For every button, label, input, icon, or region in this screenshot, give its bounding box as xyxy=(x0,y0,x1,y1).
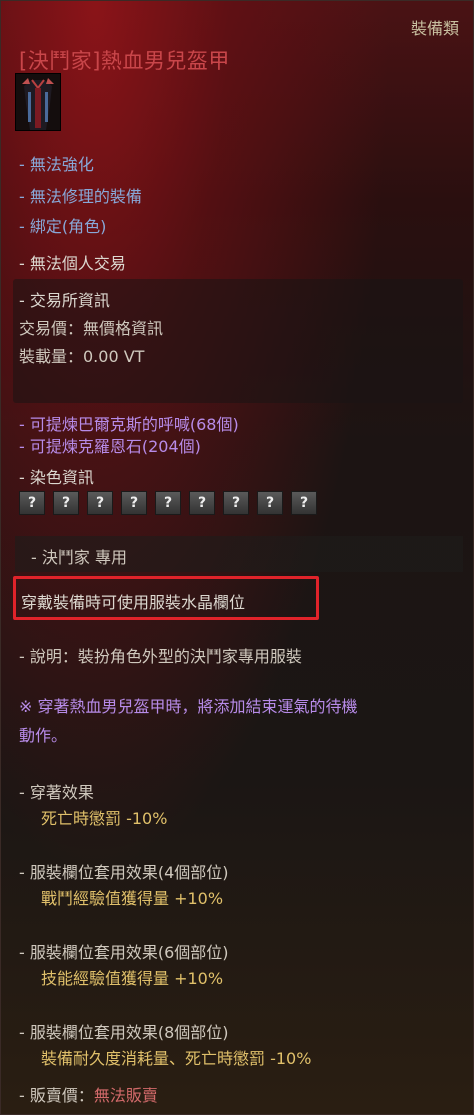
set6-effect-value: 技能經驗值獲得量 +10% xyxy=(41,969,224,988)
special-note-line1: ※ 穿著熱血男兒盔甲時，將添加結束運氣的待機 xyxy=(19,697,358,716)
dye-slot[interactable]: ? xyxy=(87,491,113,515)
dye-slot[interactable]: ? xyxy=(53,491,79,515)
no-personal-trade: - 無法個人交易 xyxy=(19,254,126,273)
property-no-enhance: - 無法強化 xyxy=(19,155,94,174)
market-info-header: - 交易所資訊 xyxy=(19,291,110,310)
item-category: 裝備類 xyxy=(410,19,459,38)
item-tooltip: 裝備類 [決鬥家]熱血男兒盔甲 - 無法強化 - 無法修理的裝備 - 綁定(角色… xyxy=(0,0,474,1115)
sell-price-label: - 販賣價： xyxy=(19,1086,94,1105)
dye-slot[interactable]: ? xyxy=(19,491,45,515)
dye-slot[interactable]: ? xyxy=(155,491,181,515)
property-bound-character: - 綁定(角色) xyxy=(19,217,107,236)
dye-slots: ? ? ? ? ? ? ? ? ? xyxy=(19,491,317,515)
set8-effect-header: - 服裝欄位套用效果(8個部位) xyxy=(19,1023,229,1042)
dye-info-header: - 染色資訊 xyxy=(19,468,94,487)
set4-effect-header: - 服裝欄位套用效果(4個部位) xyxy=(19,863,229,882)
set8-effect-value: 裝備耐久度消耗量、死亡時懲罰 -10% xyxy=(41,1049,312,1068)
class-restriction: - 決鬥家 專用 xyxy=(31,548,127,567)
dye-slot[interactable]: ? xyxy=(257,491,283,515)
dye-slot[interactable]: ? xyxy=(189,491,215,515)
refine-barks-cry: - 可提煉巴爾克斯的呼喊(68個) xyxy=(19,415,239,434)
dye-slot[interactable]: ? xyxy=(121,491,147,515)
dye-slot[interactable]: ? xyxy=(223,491,249,515)
dye-slot[interactable]: ? xyxy=(291,491,317,515)
sell-price-value: 無法販賣 xyxy=(93,1086,158,1105)
set6-effect-header: - 服裝欄位套用效果(6個部位) xyxy=(19,943,229,962)
set4-effect-value: 戰鬥經驗值獲得量 +10% xyxy=(41,889,224,908)
wear-effect-value: 死亡時懲罰 -10% xyxy=(41,809,168,828)
sell-price: - 販賣價：無法販賣 xyxy=(19,1082,158,1106)
property-no-repair: - 無法修理的裝備 xyxy=(19,187,142,206)
market-price: 交易價：無價格資訊 xyxy=(19,319,164,338)
market-weight: 裝載量：0.00 VT xyxy=(19,347,145,366)
armor-thumbnail-icon xyxy=(15,73,61,131)
special-note-line2: 動作。 xyxy=(19,726,68,745)
refine-cron-stone: - 可提煉克羅恩石(204個) xyxy=(19,437,201,456)
crystal-slot-note: 穿戴裝備時可使用服裝水晶欄位 xyxy=(21,593,246,612)
item-title: [決鬥家]熱血男兒盔甲 xyxy=(19,49,230,73)
wear-effect-header: - 穿著效果 xyxy=(19,783,94,802)
armor-figure-icon xyxy=(16,74,60,130)
item-description: - 說明：裝扮角色外型的決鬥家專用服裝 xyxy=(19,647,302,666)
